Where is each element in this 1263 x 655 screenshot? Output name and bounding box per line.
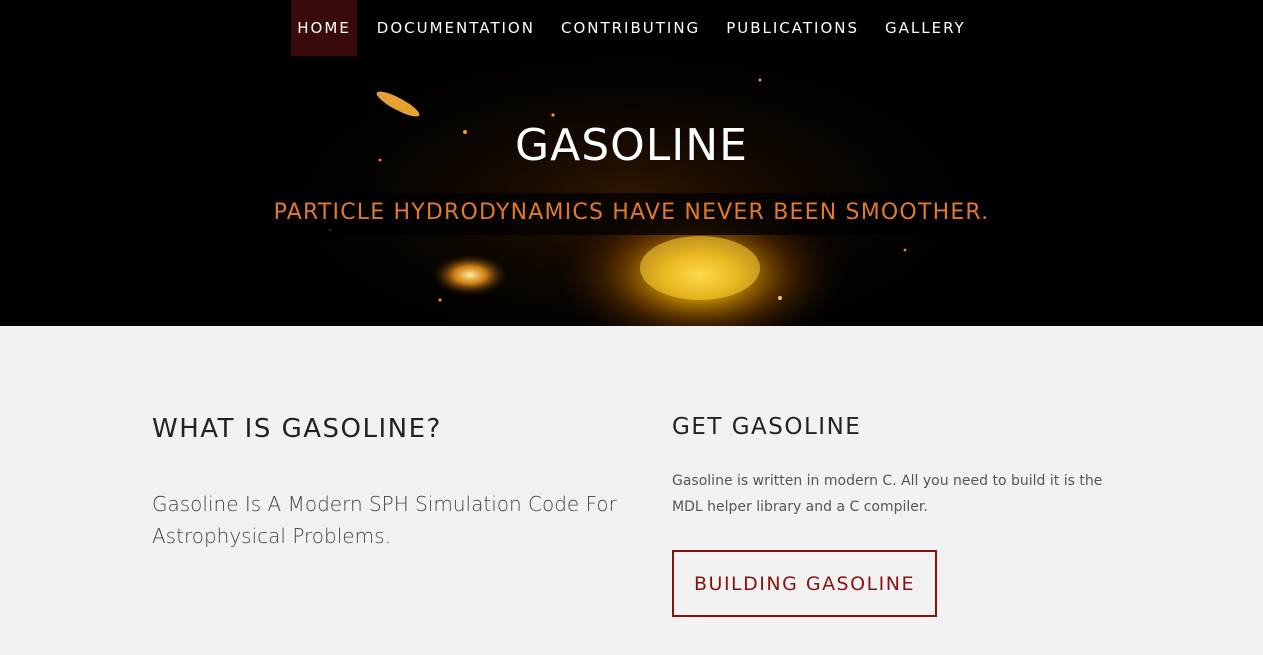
hero-title: GASOLINE <box>515 120 748 171</box>
about-heading: WHAT IS GASOLINE? <box>152 414 442 444</box>
main-nav: HOME DOCUMENTATION CONTRIBUTING PUBLICATION… <box>0 0 1263 56</box>
nav-item-publications[interactable]: PUBLICATIONS <box>720 0 865 56</box>
get-heading: GET GASOLINE <box>672 414 862 440</box>
get-description: Gasoline is written in modern C. All you… <box>672 473 1103 515</box>
nav-item-contributing[interactable]: CONTRIBUTING <box>555 0 706 56</box>
about-lede: Gasoline Is A Modern SPH Simulation Code… <box>152 492 617 548</box>
nav-item-gallery[interactable]: GALLERY <box>879 0 972 56</box>
hero-tagline: PARTICLE HYDRODYNAMICS HAVE NEVER BEEN S… <box>273 200 990 225</box>
hero-banner: HOME DOCUMENTATION CONTRIBUTING PUBLICATION… <box>0 0 1263 326</box>
nav-item-home[interactable]: HOME <box>291 0 357 56</box>
nav-item-documentation[interactable]: DOCUMENTATION <box>371 0 541 56</box>
building-gasoline-button[interactable]: BUILDING GASOLINE <box>672 550 937 617</box>
get-section: GET GASOLINE Gasoline is written in mode… <box>672 414 1122 617</box>
about-section: WHAT IS GASOLINE? Gasoline Is A Modern S… <box>152 414 622 552</box>
